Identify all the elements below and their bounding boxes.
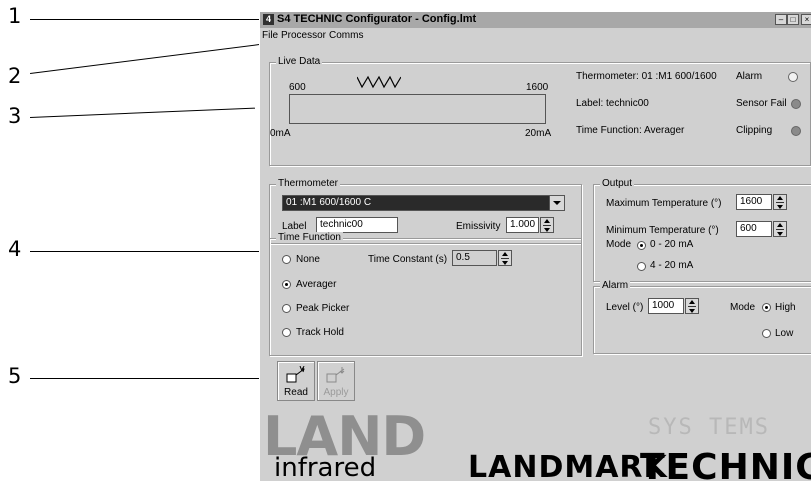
min-temperature-field[interactable]: 600 [736, 221, 772, 237]
time-function-peak-picker-label[interactable]: Peak Picker [296, 303, 349, 314]
sensor-fail-label: Sensor Fail [736, 98, 787, 109]
app-icon[interactable]: 4 [263, 14, 274, 25]
alarm-level-spinner-icon[interactable] [685, 298, 699, 314]
time-function-peak-picker-radio[interactable] [282, 304, 291, 313]
minimize-icon[interactable]: – [775, 14, 787, 25]
alarm-level-field[interactable]: 1000 [648, 298, 684, 314]
callout-3: 3 [8, 104, 22, 128]
callout-line-5 [30, 378, 259, 379]
window-title: S4 TECHNIC Configurator - Config.lmt [277, 13, 477, 25]
title-bar[interactable]: 4 S4 TECHNIC Configurator - Config.lmt –… [260, 12, 811, 28]
technic-logo: TECHNIC [640, 447, 811, 481]
current-max: 20mA [525, 128, 552, 139]
alarm-mode-low-radio[interactable] [762, 329, 771, 338]
emissivity-spinner-icon[interactable] [540, 217, 554, 233]
time-function-averager-radio[interactable] [282, 280, 291, 289]
live-label: Label: technic00 [576, 98, 649, 109]
label-field[interactable]: technic00 [316, 217, 398, 233]
read-button[interactable]: Read [277, 361, 315, 401]
time-constant-caption: Time Constant (s) [368, 254, 448, 265]
callout-2: 2 [8, 64, 22, 88]
time-function-track-hold-label[interactable]: Track Hold [296, 327, 344, 338]
min-temperature-spinner-icon[interactable] [773, 221, 787, 237]
live-signal-wave-icon [357, 75, 401, 89]
time-constant-field[interactable]: 0.5 [452, 250, 497, 266]
max-temperature-spinner-icon[interactable] [773, 194, 787, 210]
alarm-mode-high-radio[interactable] [762, 303, 771, 312]
callout-1: 1 [8, 4, 22, 28]
callout-line-4 [30, 251, 259, 252]
alarm-level-caption: Level (°) [606, 302, 644, 313]
live-bar-graph [289, 94, 546, 124]
max-temperature-field[interactable]: 1600 [736, 194, 772, 210]
output-title: Output [600, 178, 635, 189]
time-function-title: Time Function [276, 232, 343, 243]
output-mode-0-20-radio[interactable] [637, 241, 646, 250]
thermometer-select[interactable]: 01 :M1 600/1600 C [282, 195, 565, 211]
max-temperature-caption: Maximum Temperature (°) [606, 198, 722, 209]
live-data-title: Live Data [276, 56, 323, 67]
sensor-fail-indicator-icon [791, 99, 801, 109]
landmark-logo: LANDMARK [468, 450, 668, 481]
read-icon [286, 366, 305, 383]
output-mode-4-20-label[interactable]: 4 - 20 mA [650, 260, 693, 271]
emissivity-field[interactable]: 1.000 [506, 217, 539, 233]
alarm-status-label: Alarm [736, 71, 763, 82]
configurator-window: 4 S4 TECHNIC Configurator - Config.lmt –… [259, 12, 811, 481]
callout-line-1 [30, 19, 259, 20]
clipping-indicator-icon [791, 126, 801, 136]
time-constant-spinner-icon[interactable] [498, 250, 512, 266]
menu-processor[interactable]: Processor [281, 30, 326, 41]
chevron-down-icon[interactable] [549, 196, 564, 210]
menu-comms[interactable]: Comms [329, 30, 363, 41]
scale-min: 600 [289, 82, 306, 93]
menu-bar: File Processor Comms [260, 29, 811, 43]
callout-line-3 [30, 107, 255, 118]
thermometer-title: Thermometer [276, 178, 341, 189]
alarm-mode-high-label[interactable]: High [775, 302, 796, 313]
apply-icon [326, 367, 345, 383]
scale-max: 1600 [526, 82, 549, 93]
current-min: 0mA [270, 128, 291, 139]
callout-line-2 [30, 44, 260, 74]
time-function-none-label[interactable]: None [296, 254, 320, 265]
systems-watermark: SYS TEMS [648, 415, 770, 440]
min-temperature-caption: Minimum Temperature (°) [606, 225, 719, 236]
alarm-mode-caption: Mode [730, 302, 756, 313]
emissivity-caption: Emissivity [456, 221, 501, 232]
infrared-logo-text: infrared [274, 453, 377, 481]
alarm-title: Alarm [600, 280, 631, 291]
callout-4: 4 [8, 237, 22, 261]
alarm-mode-low-label[interactable]: Low [775, 328, 793, 339]
alarm-group: Alarm [593, 280, 811, 354]
live-time-function: Time Function: Averager [576, 125, 685, 136]
time-function-averager-label[interactable]: Averager [296, 279, 336, 290]
read-label: Read [284, 387, 308, 398]
time-function-track-hold-radio[interactable] [282, 328, 291, 337]
callout-5: 5 [8, 364, 22, 388]
menu-file[interactable]: File [262, 30, 278, 41]
thermometer-selected-value: 01 :M1 600/1600 C [286, 197, 372, 208]
output-mode-0-20-label[interactable]: 0 - 20 mA [650, 239, 693, 250]
label-caption: Label [282, 221, 307, 232]
output-mode-4-20-radio[interactable] [637, 262, 646, 271]
alarm-indicator-icon [788, 72, 798, 82]
close-icon[interactable]: × [801, 14, 811, 25]
clipping-label: Clipping [736, 125, 773, 136]
apply-button[interactable]: Apply [317, 361, 355, 401]
output-mode-caption: Mode [606, 239, 632, 250]
maximize-icon[interactable]: □ [787, 14, 799, 25]
live-thermometer: Thermometer: 01 :M1 600/1600 [576, 71, 717, 82]
apply-label: Apply [323, 387, 349, 398]
time-function-none-radio[interactable] [282, 255, 291, 264]
